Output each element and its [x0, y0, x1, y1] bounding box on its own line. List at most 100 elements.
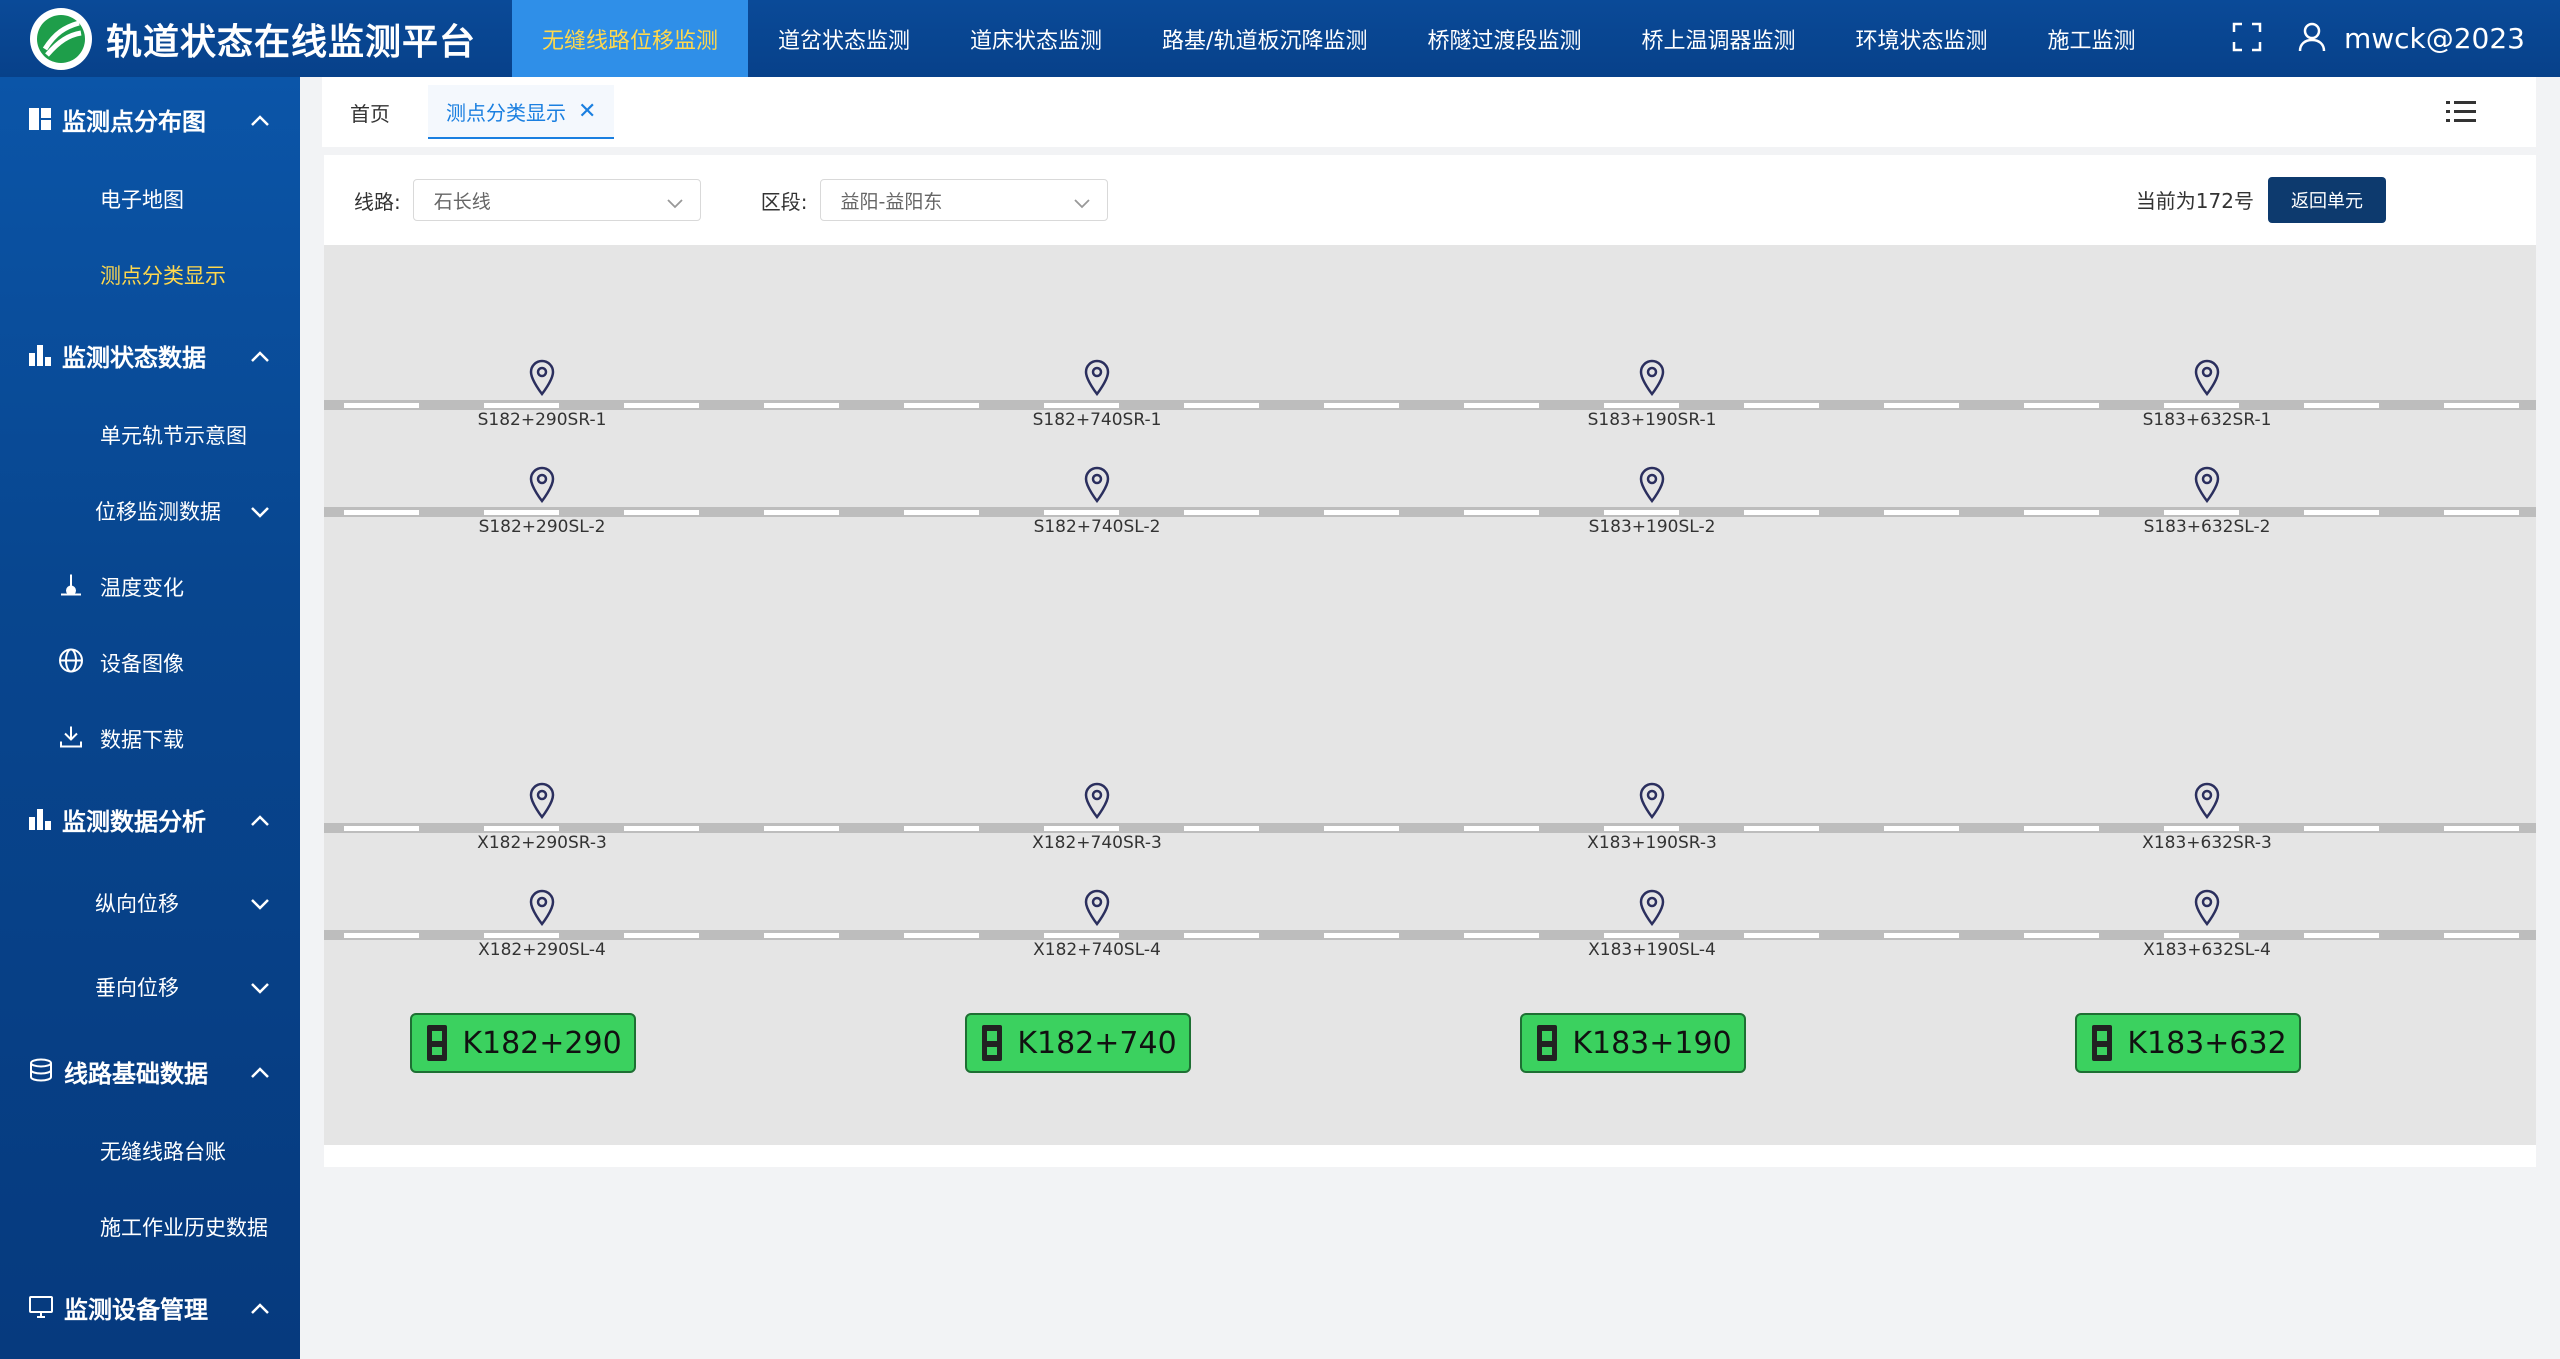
monitor-point[interactable]: S183+190SR-1: [1552, 358, 1752, 430]
nav-bridge-tunnel[interactable]: 桥隧过渡段监测: [1397, 0, 1611, 77]
location-pin-icon[interactable]: [1083, 465, 1111, 503]
sidebar-group-devices[interactable]: 监测设备管理: [0, 1265, 300, 1349]
station-button[interactable]: K183+632: [2075, 1013, 2301, 1073]
location-pin-icon[interactable]: [1083, 358, 1111, 396]
header-actions: mwck@2023: [2232, 0, 2525, 77]
station-label: K183+632: [2127, 1025, 2287, 1061]
nav-seamless-displacement[interactable]: 无缝线路位移监测: [512, 0, 749, 77]
sidebar-item-label: 电子地图: [100, 188, 184, 212]
nav-expansion-joint[interactable]: 桥上温调器监测: [1611, 0, 1825, 77]
close-icon[interactable]: ✕: [578, 99, 596, 124]
bar-chart-icon: [28, 807, 52, 831]
sidebar-group-distribution[interactable]: 监测点分布图: [0, 77, 300, 161]
line-select[interactable]: 石长线: [412, 179, 701, 221]
monitor-point[interactable]: S183+190SL-2: [1552, 465, 1752, 537]
chevron-down-icon: [250, 499, 270, 523]
tab-home[interactable]: 首页: [332, 85, 408, 139]
monitor-point[interactable]: S183+632SR-1: [2107, 358, 2307, 430]
monitor-point-label: X183+632SR-3: [2142, 833, 2272, 853]
location-pin-icon[interactable]: [2193, 888, 2221, 926]
monitor-point[interactable]: X183+190SR-3: [1552, 781, 1752, 853]
location-pin-icon[interactable]: [528, 465, 556, 503]
monitor-point-label: X183+632SL-4: [2143, 940, 2271, 960]
tab-point-classification[interactable]: 测点分类显示 ✕: [428, 85, 615, 139]
monitor-point-label: X182+740SL-4: [1033, 940, 1161, 960]
monitor-point-label: S182+290SL-2: [478, 517, 606, 537]
nav-turnout[interactable]: 道岔状态监测: [748, 0, 940, 77]
nav-subgrade[interactable]: 路基/轨道板沉降监测: [1132, 0, 1397, 77]
sidebar-group-label: 监测设备管理: [64, 1295, 208, 1324]
monitor-point-label: S183+632SR-1: [2142, 410, 2272, 430]
nav-environment[interactable]: 环境状态监测: [1826, 0, 2018, 77]
sidebar-item-point-classification[interactable]: 测点分类显示: [0, 237, 300, 313]
sidebar-item-device-images[interactable]: 设备图像: [0, 625, 300, 701]
sidebar-item-ledger[interactable]: 无缝线路台账: [0, 1113, 300, 1189]
monitor-point-label: X183+190SL-4: [1588, 940, 1716, 960]
thermometer-icon: [58, 572, 84, 603]
section-select[interactable]: 益阳-益阳东: [819, 179, 1108, 221]
sidebar-item-construction-history[interactable]: 施工作业历史数据: [0, 1189, 300, 1265]
location-pin-icon[interactable]: [528, 781, 556, 819]
sidebar-item-vertical[interactable]: 垂向位移: [0, 945, 300, 1029]
location-pin-icon[interactable]: [1083, 888, 1111, 926]
location-pin-icon[interactable]: [1638, 888, 1666, 926]
chevron-up-icon: [250, 805, 270, 833]
sidebar-group-status[interactable]: 监测状态数据: [0, 313, 300, 397]
sidebar-item-displacement-data[interactable]: 位移监测数据: [0, 473, 300, 549]
top-header: 轨道状态在线监测平台 无缝线路位移监测 道岔状态监测 道床状态监测 路基/轨道板…: [0, 0, 2560, 77]
sidebar-item-download[interactable]: 数据下载: [0, 701, 300, 777]
user-icon[interactable]: [2298, 22, 2326, 56]
user-name[interactable]: mwck@2023: [2344, 22, 2525, 55]
sidebar-group-line-data[interactable]: 线路基础数据: [0, 1029, 300, 1113]
monitor-point[interactable]: X182+290SL-4: [442, 888, 642, 960]
location-pin-icon[interactable]: [528, 888, 556, 926]
app-title: 轨道状态在线监测平台: [106, 21, 477, 63]
menu-list-icon[interactable]: [2446, 99, 2476, 129]
back-to-unit-button[interactable]: 返回单元: [2268, 177, 2386, 223]
sidebar-item-temperature[interactable]: 温度变化: [0, 549, 300, 625]
location-pin-icon[interactable]: [2193, 781, 2221, 819]
monitor-point[interactable]: X182+740SL-4: [997, 888, 1197, 960]
location-pin-icon[interactable]: [1638, 465, 1666, 503]
monitor-point[interactable]: X182+290SR-3: [442, 781, 642, 853]
location-pin-icon[interactable]: [2193, 465, 2221, 503]
location-pin-icon[interactable]: [1638, 781, 1666, 819]
device-icon: [427, 1025, 448, 1061]
monitor-point[interactable]: X182+740SR-3: [997, 781, 1197, 853]
monitor-point[interactable]: S182+290SR-1: [442, 358, 642, 430]
nav-track-bed[interactable]: 道床状态监测: [940, 0, 1132, 77]
monitor-point[interactable]: X183+190SL-4: [1552, 888, 1752, 960]
device-icon: [982, 1025, 1003, 1061]
sidebar-item-rail-diagram[interactable]: 单元轨节示意图: [0, 397, 300, 473]
station-button[interactable]: K183+190: [1520, 1013, 1746, 1073]
sidebar-item-map[interactable]: 电子地图: [0, 161, 300, 237]
monitor-point[interactable]: X183+632SL-4: [2107, 888, 2307, 960]
device-icon: [2092, 1025, 2113, 1061]
monitor-point[interactable]: X183+632SR-3: [2107, 781, 2307, 853]
sidebar-item-label: 纵向位移: [95, 892, 179, 916]
filter-bar: 线路: 石长线 区段: 益阳-益阳东 当前为172号 返回单元: [324, 155, 2536, 245]
chevron-up-icon: [250, 341, 270, 369]
sidebar-group-label: 线路基础数据: [64, 1059, 208, 1088]
sidebar-group-analysis[interactable]: 监测数据分析: [0, 777, 300, 861]
station-button[interactable]: K182+290: [410, 1013, 636, 1073]
sidebar-item-label: 数据下载: [100, 728, 184, 752]
sidebar-item-longitudinal[interactable]: 纵向位移: [0, 861, 300, 945]
monitor-point-label: X182+290SL-4: [478, 940, 606, 960]
location-pin-icon[interactable]: [1638, 358, 1666, 396]
location-pin-icon[interactable]: [2193, 358, 2221, 396]
monitor-point[interactable]: S183+632SL-2: [2107, 465, 2307, 537]
monitor-point[interactable]: S182+740SL-2: [997, 465, 1197, 537]
monitor-point[interactable]: S182+740SR-1: [997, 358, 1197, 430]
station-button[interactable]: K182+740: [965, 1013, 1191, 1073]
monitor-point[interactable]: S182+290SL-2: [442, 465, 642, 537]
sidebar-item-label: 无缝线路台账: [100, 1140, 226, 1164]
monitor-point-label: S182+740SR-1: [1032, 410, 1162, 430]
monitor-point-label: S183+632SL-2: [2143, 517, 2271, 537]
sidebar-group-label: 监测状态数据: [62, 343, 206, 372]
location-pin-icon[interactable]: [1083, 781, 1111, 819]
nav-construction[interactable]: 施工监测: [2018, 0, 2166, 77]
fullscreen-icon[interactable]: [2232, 22, 2262, 56]
location-pin-icon[interactable]: [528, 358, 556, 396]
sidebar-item-label: 施工作业历史数据: [100, 1216, 268, 1240]
